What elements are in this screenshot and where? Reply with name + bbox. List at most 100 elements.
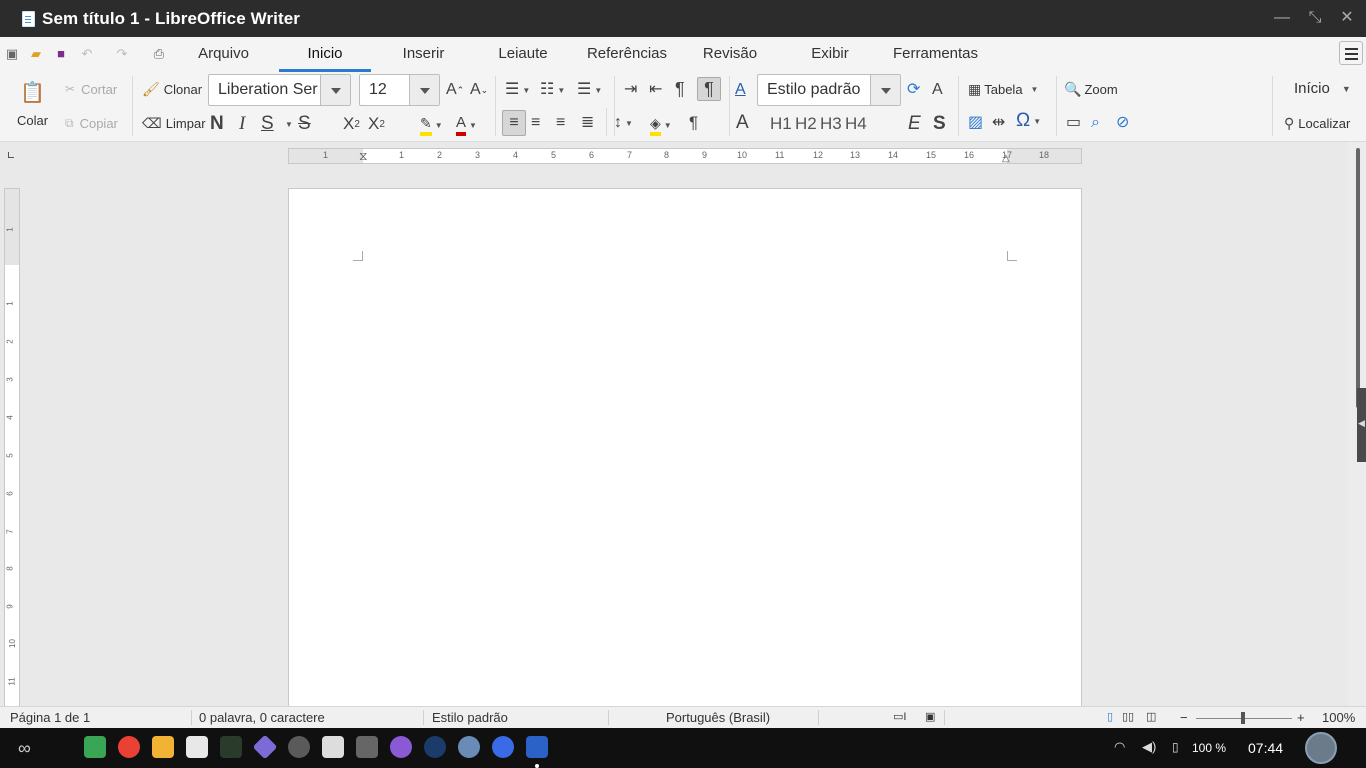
close-button[interactable]: ✕ [1337, 8, 1357, 28]
word-count[interactable]: 0 palavra, 0 caractere [199, 710, 325, 725]
font-size-combobox[interactable]: 12 [359, 74, 440, 106]
default-character-style-icon[interactable]: A [736, 113, 749, 132]
grow-font-icon[interactable]: A ⌃ [446, 81, 464, 99]
italic-button[interactable]: I [239, 113, 245, 135]
new-style-icon[interactable]: A [932, 81, 943, 99]
heading-3-button[interactable]: H3 [820, 114, 842, 134]
zoom-out-icon[interactable]: − [1180, 710, 1188, 725]
book-view-icon[interactable]: ◫ [1146, 710, 1156, 723]
start-dropdown[interactable]: Início ▼ [1294, 80, 1351, 97]
font-name-combobox[interactable]: Liberation Ser [208, 74, 351, 106]
print-icon[interactable]: ⎙ [150, 45, 168, 63]
chrome-icon[interactable] [118, 736, 140, 758]
align-center-button[interactable]: ≡ [531, 114, 540, 132]
justify-button[interactable]: ≣ [581, 114, 594, 132]
single-page-view-icon[interactable]: ▯ [1107, 710, 1113, 723]
vm-app-icon[interactable] [288, 736, 310, 758]
terminal-icon[interactable] [220, 736, 242, 758]
heading-1-button[interactable]: H1 [770, 114, 792, 134]
bold-button[interactable]: N [210, 113, 224, 135]
writer-taskbar-icon[interactable] [526, 736, 548, 758]
increase-indent-icon[interactable]: ⇥ [624, 81, 637, 99]
page-break-icon[interactable]: ⇹ [992, 114, 1005, 132]
print-preview-icon[interactable]: ⌕ [1091, 114, 1100, 132]
settings-app-icon[interactable] [322, 736, 344, 758]
cut-button[interactable]: ✂ Cortar [65, 80, 117, 98]
sidebar-toggle-handle[interactable]: ◀ [1357, 388, 1366, 462]
tab-referencias[interactable]: Referências [578, 37, 676, 72]
tab-inicio[interactable]: Inicio [279, 37, 371, 72]
line-spacing-button[interactable]: ↕ ▼ [614, 114, 633, 132]
hamburger-menu-button[interactable] [1339, 41, 1363, 65]
chevron-down-icon[interactable] [409, 75, 439, 105]
tab-arquivo[interactable]: Arquivo [185, 37, 262, 72]
strikethrough-button[interactable]: S [298, 113, 311, 135]
insert-image-icon[interactable]: ▨ [968, 114, 983, 132]
page-count[interactable]: Página 1 de 1 [10, 710, 90, 725]
special-character-button[interactable]: Ω ▼ [1016, 111, 1041, 130]
text-editor-icon[interactable] [186, 736, 208, 758]
table-button[interactable]: ▦ Tabela ▼ [968, 80, 1038, 98]
browser-icon[interactable] [492, 736, 514, 758]
highlight-color-button[interactable]: ✎ ▼ [420, 114, 443, 136]
paragraph-background-button[interactable]: ◈ ▼ [650, 114, 672, 136]
paragraph-marks-toggle[interactable]: ¶ [697, 77, 721, 101]
subscript-icon[interactable]: X2 [343, 114, 360, 134]
tab-exibir[interactable]: Exibir [800, 37, 860, 72]
minimize-button[interactable]: — [1272, 8, 1292, 28]
copy-button[interactable]: ⧉ Copiar [65, 114, 118, 132]
redo-icon[interactable]: ↷ [113, 45, 131, 63]
underline-button[interactable]: S [261, 113, 274, 135]
numbered-list-button[interactable]: ☷ ▼ [540, 81, 565, 99]
insert-mode-icon[interactable]: ▭I [893, 710, 906, 723]
find-button[interactable]: ⚲ Localizar [1284, 114, 1350, 132]
underline-dropdown-icon[interactable]: ▼ [285, 120, 293, 129]
emblem-app-icon[interactable] [458, 736, 480, 758]
styles-icon[interactable]: A [735, 81, 746, 99]
emphasis-button[interactable]: E [908, 113, 921, 135]
bullet-list-button[interactable]: ☰ ▼ [505, 81, 530, 99]
wifi-icon[interactable]: ◠ [1114, 739, 1125, 755]
indent-marker-icon[interactable]: ⧖ [359, 149, 367, 163]
paste-button[interactable]: 📋 [20, 83, 45, 103]
zoom-button[interactable]: 🔍 Zoom [1064, 80, 1118, 98]
ruler-tab-selector[interactable] [8, 152, 14, 158]
align-left-button[interactable]: ≡ [502, 110, 526, 136]
files-icon[interactable] [152, 736, 174, 758]
tab-revisao[interactable]: Revisão [692, 37, 768, 72]
app-launcher-icon[interactable]: ∞ [18, 738, 31, 759]
chevron-down-icon[interactable] [320, 75, 350, 105]
page-style[interactable]: Estilo padrão [432, 710, 508, 725]
battery-icon[interactable]: ▯ [1172, 740, 1179, 754]
strong-button[interactable]: S [933, 113, 946, 135]
font-color-button[interactable]: A ▼ [456, 114, 477, 136]
multi-page-view-icon[interactable]: ▯▯ [1122, 710, 1134, 723]
scrollbar-thumb[interactable] [1356, 148, 1360, 408]
software-center-icon[interactable] [84, 736, 106, 758]
clear-direct-formatting-icon[interactable]: ¶ [689, 114, 698, 132]
zoom-slider-handle[interactable] [1241, 712, 1245, 724]
zoom-level[interactable]: 100% [1322, 710, 1355, 725]
clear-formatting-button[interactable]: ⌫ Limpar [142, 114, 206, 132]
volume-icon[interactable]: ◀) [1142, 739, 1156, 755]
gamepad-icon[interactable] [390, 736, 412, 758]
open-folder-icon[interactable]: ▰ [27, 45, 45, 63]
align-right-button[interactable]: ≡ [556, 114, 565, 132]
user-avatar[interactable] [1305, 732, 1337, 764]
diamond-app-icon[interactable] [252, 734, 278, 760]
horizontal-ruler[interactable]: 1 1 2 3 4 5 6 7 8 9 10 11 12 13 14 15 16… [288, 148, 1082, 164]
save-icon[interactable]: ■ [52, 45, 70, 63]
tab-leiaute[interactable]: Leiaute [488, 37, 558, 72]
navigator-icon[interactable]: ⊘ [1116, 114, 1129, 132]
tab-inserir[interactable]: Inserir [390, 37, 457, 72]
right-indent-marker-icon[interactable]: △ [1002, 153, 1010, 164]
tab-ferramentas[interactable]: Ferramentas [883, 37, 988, 72]
clone-formatting-button[interactable]: 🖌 Clonar [142, 80, 202, 98]
vertical-ruler[interactable]: 1 1 2 3 4 5 6 7 8 9 10 11 [4, 188, 20, 708]
update-style-icon[interactable]: ⟳ [907, 81, 920, 99]
clock[interactable]: 07:44 [1248, 740, 1283, 756]
shrink-font-icon[interactable]: A ⌄ [470, 81, 488, 99]
superscript-icon[interactable]: X2 [368, 114, 385, 134]
zoom-in-icon[interactable]: + [1297, 710, 1305, 725]
paragraph-style-combobox[interactable]: Estilo padrão [757, 74, 901, 106]
